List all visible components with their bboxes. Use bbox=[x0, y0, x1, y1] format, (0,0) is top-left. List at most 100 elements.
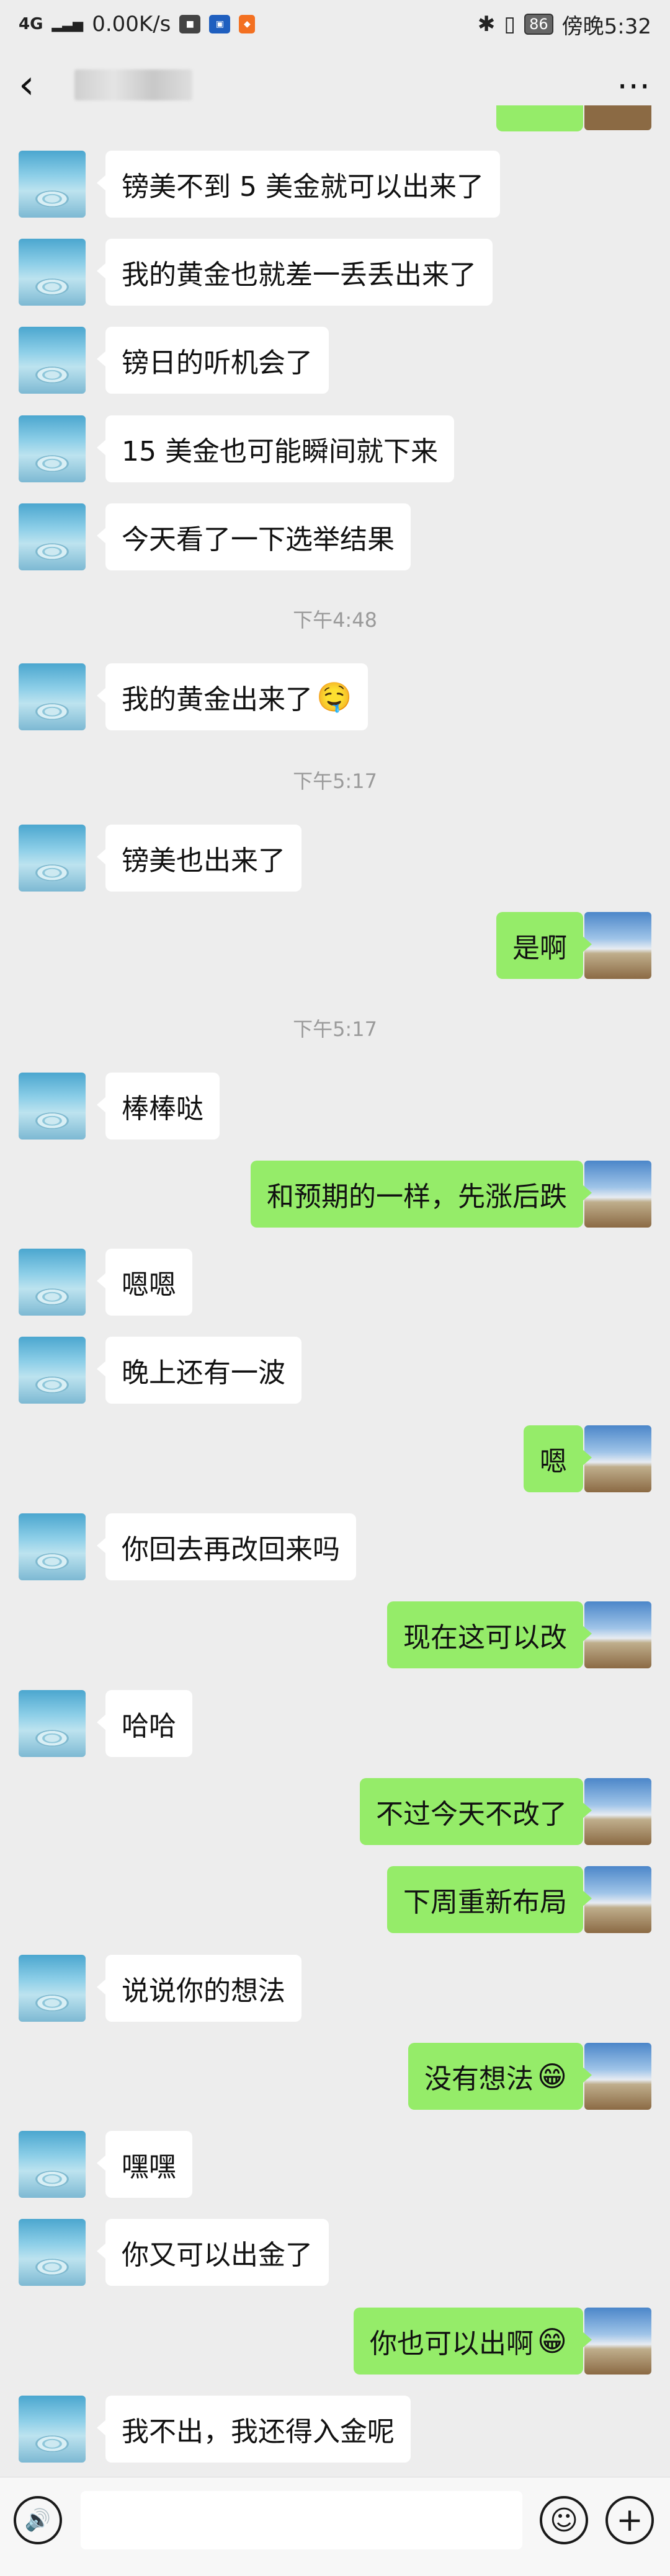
message-row-self: 你也可以出啊 😁 bbox=[0, 2308, 670, 2377]
message-bubble[interactable]: 晚上还有一波 bbox=[97, 1337, 302, 1404]
contact-avatar[interactable] bbox=[19, 2219, 86, 2286]
message-bubble[interactable]: 我的黄金也就差一丢丢出来了 bbox=[97, 239, 493, 306]
message-bubble[interactable]: 你回去再改回来吗 bbox=[97, 1513, 356, 1580]
message-text: 我的黄金出来了 bbox=[122, 684, 313, 715]
contact-name-blurred bbox=[74, 69, 192, 100]
self-avatar[interactable] bbox=[584, 1778, 651, 1845]
message-text: 今天看了一下选举结果 bbox=[122, 524, 395, 555]
message-input[interactable] bbox=[81, 2491, 522, 2549]
message-row-other: 镑美不到 5 美金就可以出来了 bbox=[0, 151, 670, 220]
message-row-other: 哈哈 bbox=[0, 1690, 670, 1759]
message-row-other: 嗯嗯 bbox=[0, 1249, 670, 1318]
battery-icon: 86 bbox=[524, 14, 553, 35]
self-avatar[interactable] bbox=[584, 912, 651, 979]
message-bubble[interactable]: 嗯 bbox=[524, 1425, 592, 1492]
voice-input-icon[interactable]: 🔊 bbox=[14, 2496, 62, 2544]
contact-avatar[interactable] bbox=[19, 1249, 86, 1316]
message-bubble[interactable]: 今天看了一下选举结果 bbox=[97, 503, 411, 570]
contact-avatar[interactable] bbox=[19, 503, 86, 570]
message-text: 我的黄金也就差一丢丢出来了 bbox=[122, 259, 476, 291]
self-avatar[interactable] bbox=[584, 1161, 651, 1228]
message-text: 现在这可以改 bbox=[403, 1622, 567, 1653]
signal-bars-icon: ▂▃▅ bbox=[51, 16, 84, 32]
contact-avatar[interactable] bbox=[19, 2131, 86, 2198]
message-text: 没有想法 bbox=[424, 2063, 534, 2095]
vibrate-icon: ▯ bbox=[504, 12, 516, 37]
emoji-icon: 😁 bbox=[537, 2060, 567, 2093]
self-avatar[interactable] bbox=[584, 1866, 651, 1933]
message-bubble[interactable]: 棒棒哒 bbox=[97, 1073, 220, 1140]
plus-icon[interactable]: + bbox=[605, 2496, 654, 2544]
message-row-self: 没有想法 😁 bbox=[0, 2043, 670, 2112]
message-row-other: 我的黄金也就差一丢丢出来了 bbox=[0, 239, 670, 308]
message-bubble[interactable]: 镑日的听机会了 bbox=[97, 327, 329, 394]
contact-avatar[interactable] bbox=[19, 663, 86, 730]
contact-avatar[interactable] bbox=[19, 415, 86, 482]
message-bubble[interactable]: 嗯嗯 bbox=[97, 1249, 192, 1316]
message-bubble[interactable]: 我不出，我还得入金呢 bbox=[97, 2396, 411, 2463]
message-text: 嗯嗯 bbox=[122, 1269, 176, 1301]
message-bubble[interactable]: 15 美金也可能瞬间就下来 bbox=[97, 415, 454, 482]
timestamp: 下午4:48 bbox=[293, 608, 377, 632]
clock: 傍晚5:32 bbox=[561, 14, 651, 39]
message-bubble[interactable]: 是啊 bbox=[496, 912, 592, 979]
message-row-self: 和预期的一样，先涨后跌 bbox=[0, 1161, 670, 1230]
message-row-other: 15 美金也可能瞬间就下来 bbox=[0, 415, 670, 485]
contact-avatar[interactable] bbox=[19, 825, 86, 892]
contact-avatar[interactable] bbox=[19, 1955, 86, 2022]
previous-self-bubble bbox=[496, 105, 583, 131]
network-speed: 0.00K/s bbox=[92, 12, 171, 37]
message-bubble[interactable]: 没有想法 😁 bbox=[408, 2043, 592, 2110]
message-text: 说说你的想法 bbox=[122, 1975, 285, 2007]
message-bubble[interactable]: 你也可以出啊 😁 bbox=[354, 2308, 592, 2375]
timestamp: 下午5:17 bbox=[293, 769, 377, 793]
contact-avatar[interactable] bbox=[19, 1337, 86, 1404]
message-text: 你又可以出金了 bbox=[122, 2239, 313, 2271]
message-row-other: 嘿嘿 bbox=[0, 2131, 670, 2200]
message-row-self: 下周重新布局 bbox=[0, 1866, 670, 1936]
emoji-icon: 🤤 bbox=[316, 679, 352, 714]
contact-avatar[interactable] bbox=[19, 151, 86, 218]
bluetooth-icon: ✱ bbox=[477, 12, 496, 37]
signal-icon: 4G bbox=[19, 15, 43, 33]
self-avatar[interactable] bbox=[584, 2043, 651, 2110]
message-text: 嘿嘿 bbox=[122, 2151, 176, 2183]
contact-avatar[interactable] bbox=[19, 2396, 86, 2463]
message-bubble[interactable]: 嘿嘿 bbox=[97, 2131, 192, 2198]
message-row-other: 晚上还有一波 bbox=[0, 1337, 670, 1406]
status-bar: 4G ▂▃▅ 0.00K/s ■ ▣ ◆ ✱ ▯ 86 傍晚5:32 bbox=[0, 0, 670, 48]
message-text: 晚上还有一波 bbox=[122, 1357, 285, 1389]
message-bubble[interactable]: 不过今天不改了 bbox=[360, 1778, 592, 1845]
timestamp: 下午5:17 bbox=[293, 1017, 377, 1041]
message-bubble[interactable]: 说说你的想法 bbox=[97, 1955, 302, 2022]
message-text: 你回去再改回来吗 bbox=[122, 1534, 340, 1565]
input-bar: 🔊 ☺ + bbox=[0, 2477, 670, 2576]
message-row-self: 是啊 bbox=[0, 912, 670, 981]
message-bubble[interactable]: 和预期的一样，先涨后跌 bbox=[251, 1161, 592, 1228]
message-row-other: 我的黄金出来了 🤤 bbox=[0, 663, 670, 733]
message-bubble[interactable]: 下周重新布局 bbox=[387, 1866, 592, 1933]
message-bubble[interactable]: 你又可以出金了 bbox=[97, 2219, 329, 2286]
self-avatar[interactable] bbox=[584, 2308, 651, 2375]
message-row-self: 嗯 bbox=[0, 1425, 670, 1495]
message-text: 你也可以出啊 bbox=[370, 2328, 534, 2360]
message-bubble[interactable]: 哈哈 bbox=[97, 1690, 192, 1757]
message-text: 和预期的一样，先涨后跌 bbox=[267, 1181, 567, 1213]
contact-avatar[interactable] bbox=[19, 1073, 86, 1140]
contact-avatar[interactable] bbox=[19, 239, 86, 306]
self-avatar[interactable] bbox=[584, 1425, 651, 1492]
contact-avatar[interactable] bbox=[19, 1513, 86, 1580]
self-avatar[interactable] bbox=[584, 1601, 651, 1668]
message-text: 我不出，我还得入金呢 bbox=[122, 2416, 395, 2448]
message-bubble[interactable]: 镑美也出来了 bbox=[97, 825, 302, 892]
message-text: 下周重新布局 bbox=[403, 1887, 567, 1918]
back-icon[interactable]: ‹ bbox=[19, 65, 62, 105]
message-bubble[interactable]: 我的黄金出来了 🤤 bbox=[96, 663, 368, 730]
message-bubble[interactable]: 镑美不到 5 美金就可以出来了 bbox=[97, 151, 500, 218]
more-options-icon[interactable]: ⋯ bbox=[617, 66, 651, 105]
message-bubble[interactable]: 现在这可以改 bbox=[387, 1601, 592, 1668]
contact-avatar[interactable] bbox=[19, 327, 86, 394]
contact-avatar[interactable] bbox=[19, 1690, 86, 1757]
notification-icon: ◆ bbox=[239, 15, 256, 33]
emoji-icon[interactable]: ☺ bbox=[540, 2496, 588, 2544]
